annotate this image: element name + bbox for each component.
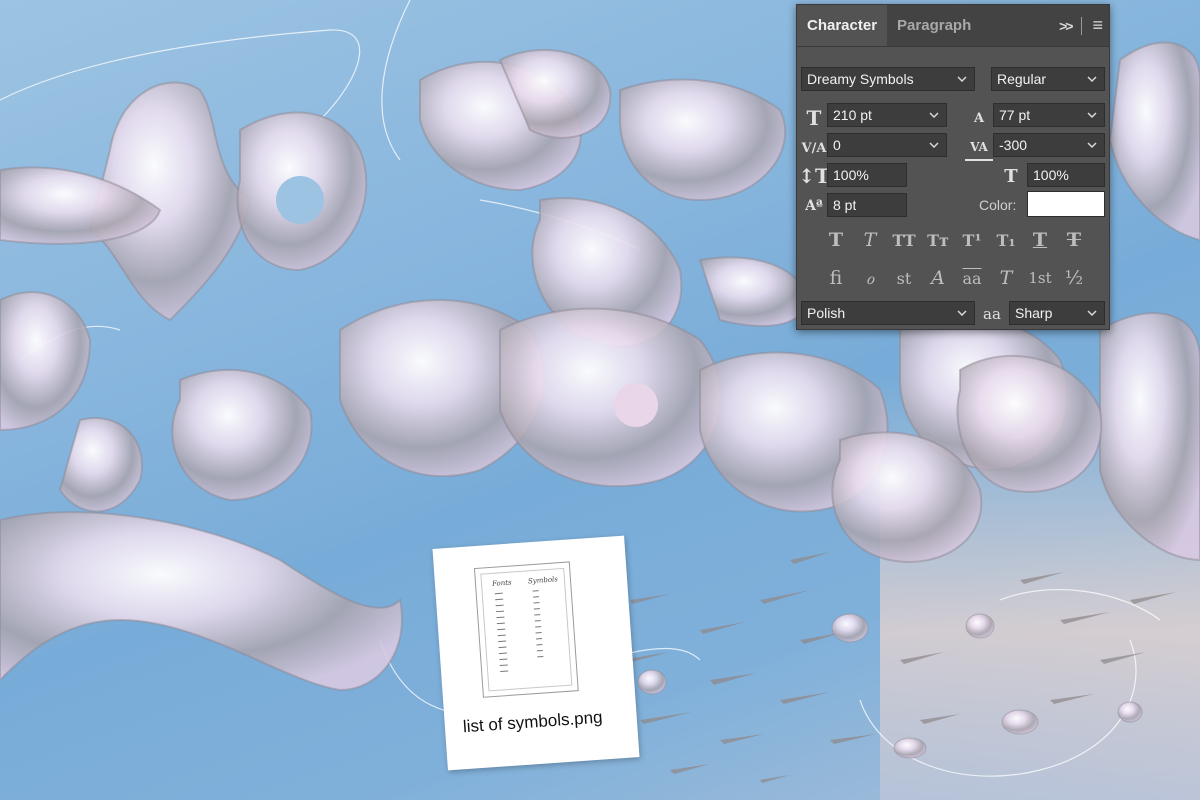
kerning-icon: V/A	[801, 140, 827, 156]
small-caps-button[interactable]: Tт	[921, 227, 955, 253]
chevron-down-icon	[954, 305, 970, 321]
tab-paragraph[interactable]: Paragraph	[887, 5, 981, 46]
tab-character[interactable]: Character	[797, 5, 888, 46]
font-style-select[interactable]: Regular	[991, 67, 1105, 91]
baseline-shift-field[interactable]: 8 pt	[827, 193, 907, 217]
language-select[interactable]: Polish	[801, 301, 975, 325]
expand-panel-icon[interactable]: >>	[1059, 18, 1073, 34]
panel-menu-icon[interactable]: ≡	[1092, 15, 1103, 36]
font-family-select[interactable]: Dreamy Symbols	[801, 67, 975, 91]
chevron-down-icon	[954, 71, 970, 87]
discretionary-ligatures-button[interactable]: st	[887, 265, 921, 291]
kerning-field[interactable]: 0	[827, 133, 947, 157]
vertical-scale-icon: ↕T	[798, 164, 830, 188]
all-caps-button[interactable]: TT	[887, 227, 921, 253]
leading-field[interactable]: 77 pt	[993, 103, 1105, 127]
doc-heading-symbols: Symbols	[527, 575, 559, 586]
chevron-down-icon	[1084, 137, 1100, 153]
chevron-down-icon	[926, 107, 942, 123]
doc-list-lines	[494, 590, 544, 673]
horizontal-scale-icon: T	[1004, 165, 1018, 187]
stylistic-alternates-button[interactable]: aa	[955, 265, 989, 291]
type-style-buttons: T T TT Tт T¹ T₁ T T	[819, 227, 1091, 253]
character-panel: Character Paragraph >> ≡ Dreamy Symbols …	[796, 4, 1110, 330]
superscript-button[interactable]: T¹	[955, 227, 989, 253]
tracking-icon: VA	[965, 135, 993, 161]
divider	[1081, 16, 1083, 35]
fractions-button[interactable]: ½	[1057, 265, 1091, 291]
baseline-shift-icon: Aª	[805, 198, 823, 214]
chevron-down-icon	[1084, 107, 1100, 123]
font-size-field[interactable]: 210 pt	[827, 103, 947, 127]
document-thumbnail: Fonts Symbols	[473, 561, 579, 698]
symbols-list-card: Fonts Symbols list of symbols.png	[432, 535, 640, 771]
subscript-button[interactable]: T₁	[989, 227, 1023, 253]
underline-button[interactable]: T	[1023, 227, 1057, 253]
font-size-icon: T	[806, 106, 822, 130]
leading-icon: A	[973, 110, 985, 126]
strikethrough-button[interactable]: T	[1057, 227, 1091, 253]
vertical-scale-field[interactable]: 100%	[827, 163, 907, 187]
chevron-down-icon	[1084, 305, 1100, 321]
chevron-down-icon	[926, 137, 942, 153]
old-style-button[interactable]: ℴ	[853, 265, 887, 291]
faux-bold-button[interactable]: T	[819, 227, 853, 253]
tracking-field[interactable]: -300	[993, 133, 1105, 157]
opentype-buttons: ﬁ ℴ st A aa T 1st ½	[819, 265, 1091, 291]
card-caption: list of symbols.png	[462, 707, 604, 737]
ligatures-button[interactable]: ﬁ	[819, 265, 853, 291]
swash-button[interactable]: A	[921, 265, 955, 291]
antialias-select[interactable]: Sharp	[1009, 301, 1105, 325]
color-label: Color:	[979, 197, 1017, 213]
ordinals-button[interactable]: 1st	[1023, 265, 1057, 291]
horizontal-scale-field[interactable]: 100%	[1027, 163, 1105, 187]
antialias-icon: aa	[983, 305, 1001, 323]
doc-heading-fonts: Fonts	[491, 578, 512, 588]
titling-alternates-button[interactable]: T	[989, 265, 1023, 291]
faux-italic-button[interactable]: T	[853, 227, 887, 253]
chevron-down-icon	[1084, 71, 1100, 87]
color-swatch[interactable]	[1027, 191, 1105, 217]
panel-tab-bar: Character Paragraph >> ≡	[797, 5, 1109, 47]
